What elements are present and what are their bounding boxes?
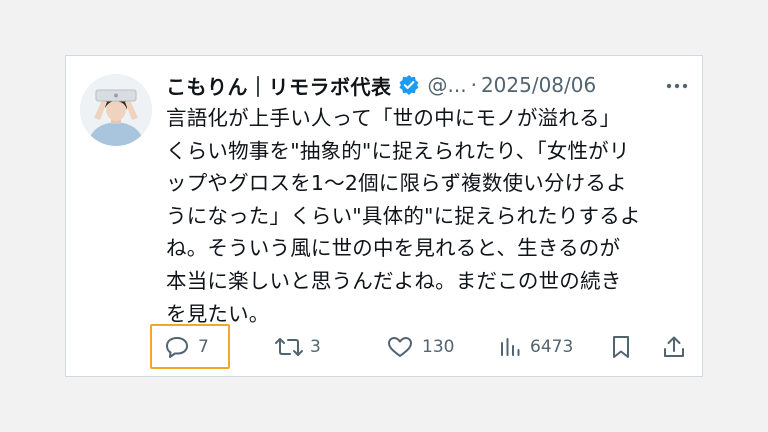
views-count: 6473 [530, 337, 574, 357]
retweet-icon [275, 338, 303, 356]
author-name[interactable]: こもりん｜リモラボ代表 [166, 71, 392, 100]
date-separator: · [470, 73, 477, 97]
bookmark-icon [613, 336, 629, 358]
tweet-header: こもりん｜リモラボ代表 @... · 2025/08/06 [166, 70, 596, 100]
retweet-count: 3 [310, 337, 321, 357]
share-icon [664, 336, 684, 357]
like-count: 130 [422, 337, 455, 357]
person-avatar-icon [80, 74, 152, 146]
bookmark-button[interactable] [609, 324, 633, 370]
heart-icon [388, 337, 412, 357]
views-icon [501, 338, 520, 356]
views-button[interactable]: 6473 [498, 324, 573, 370]
like-button[interactable]: 130 [386, 324, 454, 370]
retweet-button[interactable]: 3 [274, 324, 321, 370]
verified-badge-icon [398, 74, 420, 96]
tweet-text: 言語化が上手い人って「世の中にモノが溢れる」 くらい物事を"抽象的"に捉えられた… [166, 106, 641, 326]
reply-button[interactable]: 7 [164, 324, 209, 370]
share-button[interactable] [661, 324, 687, 370]
more-dots-icon[interactable] [664, 74, 690, 98]
reply-icon [166, 337, 188, 358]
author-handle[interactable]: @... [428, 73, 467, 97]
reply-count: 7 [198, 337, 209, 357]
tweet-date[interactable]: 2025/08/06 [481, 73, 596, 97]
avatar[interactable] [80, 74, 152, 146]
